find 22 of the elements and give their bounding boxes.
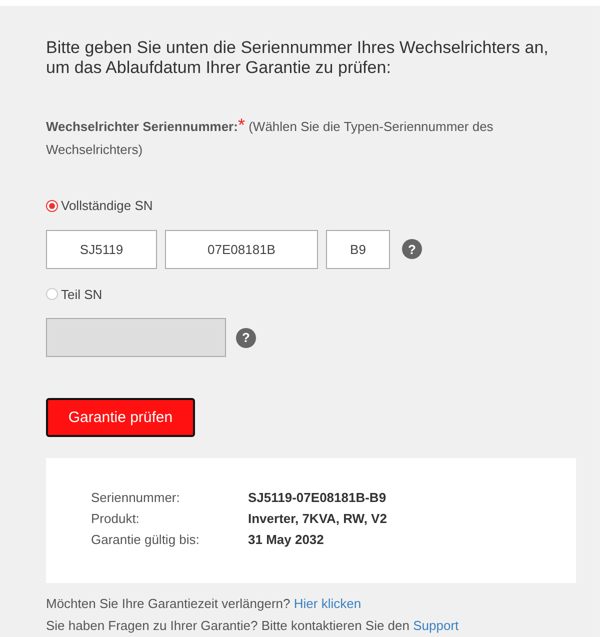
result-value: Inverter, 7KVA, RW, V2 — [248, 510, 388, 527]
result-label: Garantie gültig bis: — [91, 531, 200, 548]
serial-type-radio[interactable]: Teil SN — [46, 286, 102, 302]
footer-link[interactable]: Support — [413, 618, 459, 633]
result-value: 31 May 2032 — [248, 531, 325, 548]
serial-input-field[interactable]: 07E08181B — [165, 230, 318, 268]
serial-input-field[interactable]: SJ5119 — [46, 230, 157, 268]
result-label: Seriennummer: — [91, 489, 181, 506]
result-label: Produkt: — [91, 510, 140, 527]
footer-text: Möchten Sie Ihre Garantiezeit verlängern? Hier klicken — [46, 595, 362, 613]
help-icon[interactable]: ? — [402, 239, 422, 259]
help-icon[interactable]: ? — [236, 328, 256, 348]
radio-dot-icon[interactable] — [46, 288, 58, 300]
serial-number-label: Wechselrichter Seriennummer:* (Wählen Sie die Typen-Seriennummer des Wechselrichters) — [46, 114, 494, 159]
footer-link[interactable]: Hier klicken — [294, 596, 362, 611]
check-warranty-button[interactable]: Garantie prüfen — [46, 398, 195, 437]
result-value: SJ5119-07E08181B-B9 — [248, 489, 388, 506]
instruction-heading: Bitte geben Sie unten die Seriennummer Ihres Wechselrichters an, um das Ablaufdatum Ihrer Garantie zu prüfen: — [46, 38, 550, 78]
radio-dot-icon[interactable] — [46, 200, 58, 212]
serial-input-field[interactable]: B9 — [326, 230, 390, 268]
footer-text: Sie haben Fragen zu Ihrer Garantie? Bitte kontaktieren Sie den Support — [46, 617, 460, 635]
serial-type-radio[interactable]: Vollständige SN — [46, 198, 153, 213]
